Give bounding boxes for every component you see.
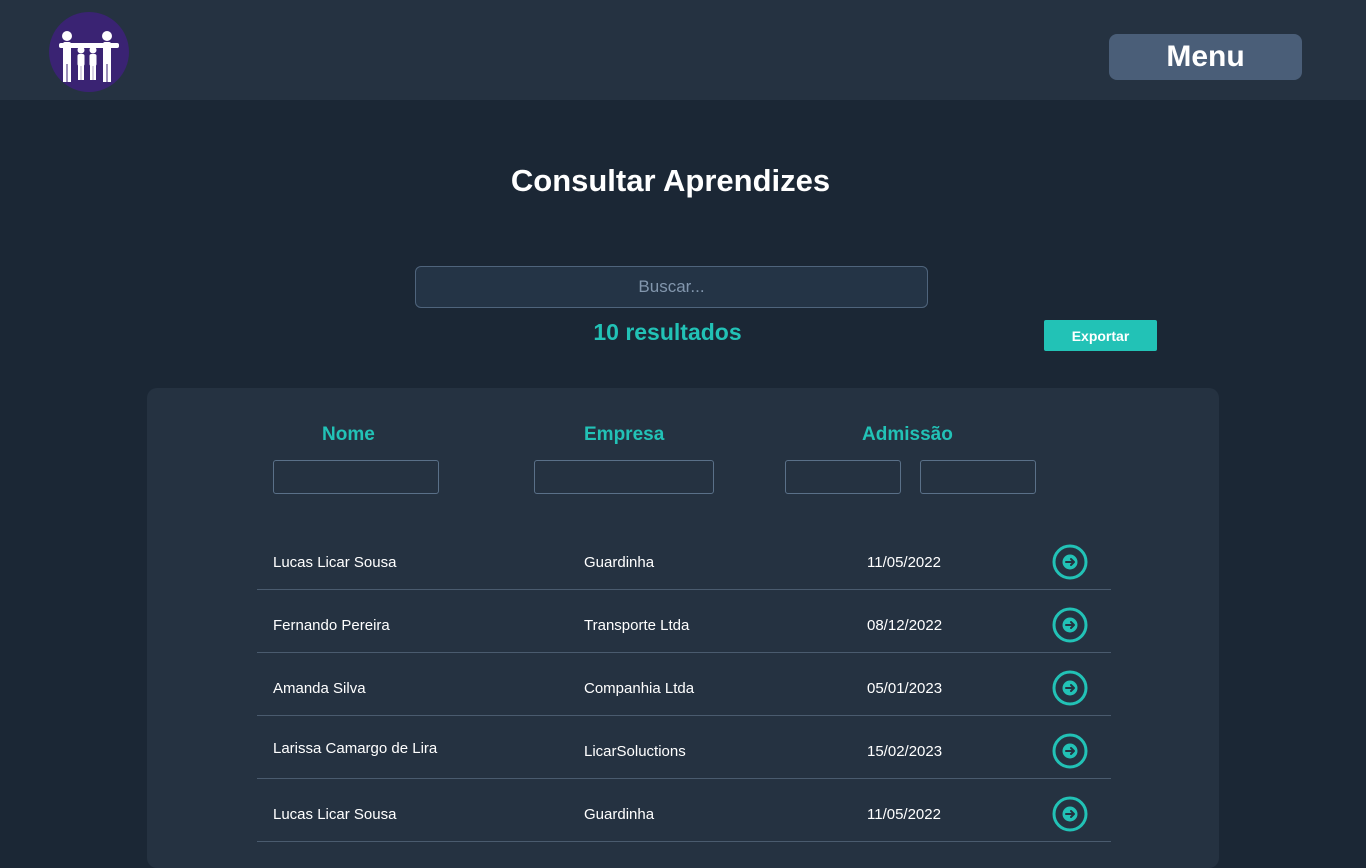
filter-admissao-from-input[interactable] — [785, 460, 901, 494]
cell-admissao: 11/05/2022 — [867, 554, 941, 571]
arrow-right-circle-icon[interactable] — [1052, 670, 1088, 706]
menu-button[interactable]: Menu — [1109, 34, 1302, 80]
column-header-nome: Nome — [322, 424, 375, 445]
filter-empresa-input[interactable] — [534, 460, 714, 494]
search-input[interactable] — [415, 266, 928, 308]
cell-nome: Amanda Silva — [273, 680, 366, 697]
cell-admissao: 05/01/2023 — [867, 680, 943, 697]
table-row[interactable]: Larissa Camargo de Lira LicarSoluctions … — [257, 716, 1111, 779]
export-button[interactable]: Exportar — [1044, 320, 1157, 351]
cell-admissao: 11/05/2022 — [867, 806, 941, 823]
filter-admissao-to-input[interactable] — [920, 460, 1036, 494]
cell-empresa: Guardinha — [584, 806, 655, 823]
arrow-right-circle-icon[interactable] — [1052, 733, 1088, 769]
table-row[interactable]: Fernando Pereira Transporte Ltda 08/12/2… — [257, 590, 1111, 653]
cell-nome: Lucas Licar Sousa — [273, 806, 397, 823]
cell-empresa: Companhia Ltda — [584, 680, 695, 697]
results-count: 10 resultados — [593, 319, 742, 345]
logo[interactable] — [49, 12, 129, 92]
cell-nome: Lucas Licar Sousa — [273, 554, 397, 571]
cell-nome: Fernando Pereira — [273, 617, 390, 634]
filter-nome-input[interactable] — [273, 460, 439, 494]
cell-admissao: 08/12/2022 — [867, 617, 943, 634]
table-row[interactable]: Amanda Silva Companhia Ltda 05/01/2023 — [257, 653, 1111, 716]
page-title: Consultar Aprendizes — [510, 163, 831, 198]
column-header-admissao: Admissão — [862, 424, 953, 445]
cell-empresa: LicarSoluctions — [584, 743, 686, 760]
family-people-icon — [59, 31, 119, 82]
cell-empresa: Transporte Ltda — [584, 617, 690, 634]
column-header-empresa: Empresa — [584, 424, 665, 445]
cell-admissao: 15/02/2023 — [867, 743, 943, 760]
cell-empresa: Guardinha — [584, 554, 655, 571]
arrow-right-circle-icon[interactable] — [1052, 544, 1088, 580]
table-row[interactable]: Lucas Licar Sousa Guardinha 11/05/2022 — [257, 527, 1111, 590]
arrow-right-circle-icon[interactable] — [1052, 796, 1088, 832]
arrow-right-circle-icon[interactable] — [1052, 607, 1088, 643]
top-bar: Menu — [0, 0, 1366, 100]
cell-nome: Larissa Camargo de Lira — [273, 740, 438, 757]
table-row[interactable]: Lucas Licar Sousa Guardinha 11/05/2022 — [257, 779, 1111, 842]
